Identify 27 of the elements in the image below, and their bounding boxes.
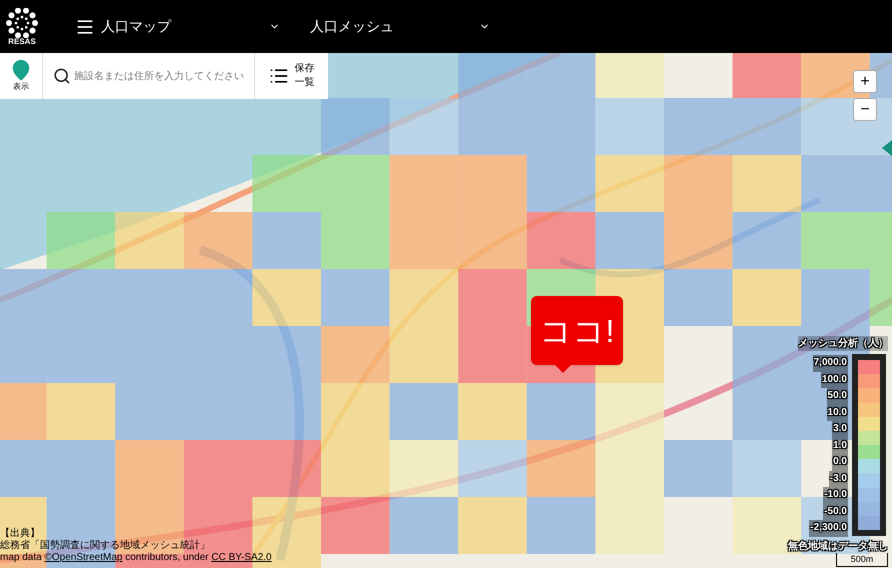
callout-pointer: [555, 365, 571, 373]
panel-toggle-icon[interactable]: [882, 140, 892, 156]
search-field[interactable]: 施設名または住所を入力してください: [74, 68, 254, 84]
legend-label: -3.0: [828, 470, 848, 487]
license-link[interactable]: CC BY-SA2.0: [211, 552, 272, 563]
search-icon: [53, 67, 71, 85]
callout-bubble: ココ!: [531, 296, 623, 365]
legend-label: 1.0: [832, 438, 848, 454]
logo-icon: [5, 8, 39, 38]
openstreetmap-link[interactable]: ©OpenStreetMap: [44, 552, 122, 563]
legend-note: 無色地域はデータ無し: [788, 540, 888, 554]
source-text: 総務省「国勢調査に関する地域メッシュ統計」: [0, 540, 211, 552]
logo-text: RESAS: [8, 38, 36, 46]
source-text: 【出典】: [0, 528, 41, 540]
category-dropdown[interactable]: 人口メッシュ: [310, 16, 490, 37]
zoom-in-button[interactable]: +: [853, 70, 877, 93]
saved-list-button[interactable]: 保存 一覧: [255, 53, 328, 99]
map-credit-text: map data ©OpenStreetMap contributors, under CC BY-SA2.0: [0, 552, 272, 564]
map-pin-icon: [10, 59, 32, 81]
show-location-button[interactable]: 表示: [0, 53, 43, 99]
zoom-out-button[interactable]: −: [853, 98, 877, 121]
legend-label: -2,300.0: [809, 520, 848, 536]
legend-title: メッシュ分析（人）: [798, 336, 888, 351]
legend-label: -50.0: [823, 504, 848, 520]
scale-bar: 500m: [836, 553, 888, 567]
category-dropdown[interactable]: 人口マップ: [101, 16, 280, 37]
legend-label: -10.0: [823, 487, 848, 504]
